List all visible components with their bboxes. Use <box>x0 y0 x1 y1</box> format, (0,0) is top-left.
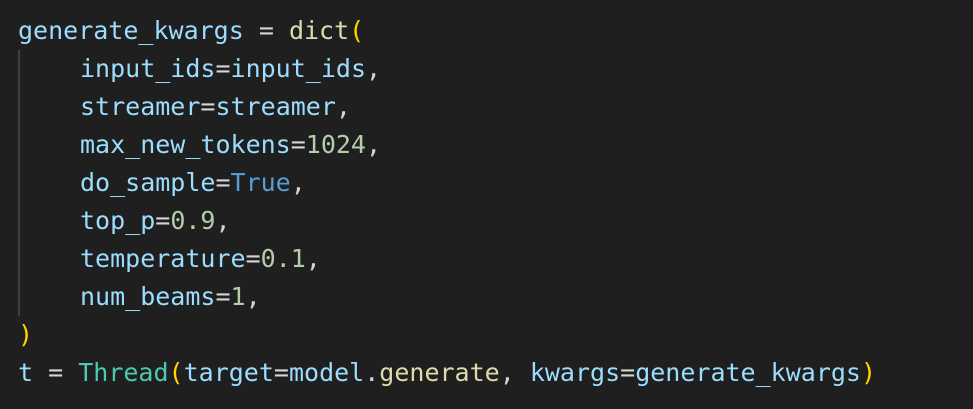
code-token-operator: = <box>155 206 171 235</box>
code-token-variable: generate_kwargs <box>18 16 244 45</box>
code-token-number: 1 <box>230 282 246 311</box>
code-token-variable: kwargs <box>529 358 621 387</box>
code-token-operator: = <box>620 358 636 387</box>
code-line[interactable]: do_sample=True, <box>18 164 876 202</box>
code-line[interactable]: max_new_tokens=1024, <box>18 126 876 164</box>
code-token-bracket: ) <box>860 358 877 387</box>
code-block[interactable]: generate_kwargs = dict(input_ids=input_i… <box>18 12 876 392</box>
code-token-operator: , <box>305 244 321 273</box>
code-token-bracket: ( <box>168 358 184 387</box>
code-token-variable: num_beams <box>80 282 216 311</box>
code-token-operator: = <box>215 168 231 197</box>
code-line[interactable]: num_beams=1, <box>18 278 876 316</box>
code-token-variable: do_sample <box>80 168 216 197</box>
code-token-variable: streamer <box>215 92 336 121</box>
code-editor[interactable]: generate_kwargs = dict(input_ids=input_i… <box>0 0 973 409</box>
code-token-variable: max_new_tokens <box>80 130 291 159</box>
code-token-number: 1024 <box>305 130 366 159</box>
code-token-operator: = <box>243 16 289 45</box>
code-token-operator: , <box>335 92 351 121</box>
code-token-operator: = <box>245 244 261 273</box>
code-token-variable: temperature <box>80 244 246 273</box>
code-token-operator: . <box>364 358 380 387</box>
code-token-variable: top_p <box>80 206 156 235</box>
code-token-function: dict <box>288 16 350 45</box>
code-token-variable: t <box>18 358 34 387</box>
code-token-variable: streamer <box>80 92 201 121</box>
code-token-operator: = <box>215 282 231 311</box>
code-token-variable: input_ids <box>230 54 366 83</box>
code-line[interactable]: temperature=0.1, <box>18 240 876 278</box>
code-token-operator: , <box>245 282 261 311</box>
code-token-variable: input_ids <box>80 54 216 83</box>
code-token-bracket: ) <box>18 320 34 349</box>
code-token-operator: , <box>366 54 382 83</box>
code-token-function: generate <box>379 358 500 387</box>
code-token-operator: , <box>215 206 231 235</box>
code-token-operator: = <box>200 92 216 121</box>
code-token-variable: generate_kwargs <box>635 358 861 387</box>
code-token-operator: = <box>273 358 289 387</box>
code-token-class: Thread <box>78 358 169 387</box>
code-token-bracket: ( <box>349 16 365 45</box>
code-token-operator: = <box>33 358 79 387</box>
code-line[interactable]: generate_kwargs = dict( <box>18 12 876 50</box>
code-line[interactable]: ) <box>18 316 876 354</box>
code-line[interactable]: top_p=0.9, <box>18 202 876 240</box>
code-line[interactable]: streamer=streamer, <box>18 88 876 126</box>
code-token-operator: = <box>290 130 306 159</box>
code-token-operator: , <box>366 130 382 159</box>
code-token-keyword-constant: True <box>230 168 291 197</box>
code-line[interactable]: input_ids=input_ids, <box>18 50 876 88</box>
code-token-operator: , <box>499 358 530 387</box>
code-token-variable: target <box>183 358 274 387</box>
code-token-operator: = <box>215 54 231 83</box>
code-token-operator: , <box>290 168 306 197</box>
code-token-variable: model <box>288 358 365 387</box>
code-token-number: 0.1 <box>260 244 306 273</box>
code-token-number: 0.9 <box>170 206 216 235</box>
code-line[interactable]: t = Thread(target=model.generate, kwargs… <box>18 354 876 392</box>
